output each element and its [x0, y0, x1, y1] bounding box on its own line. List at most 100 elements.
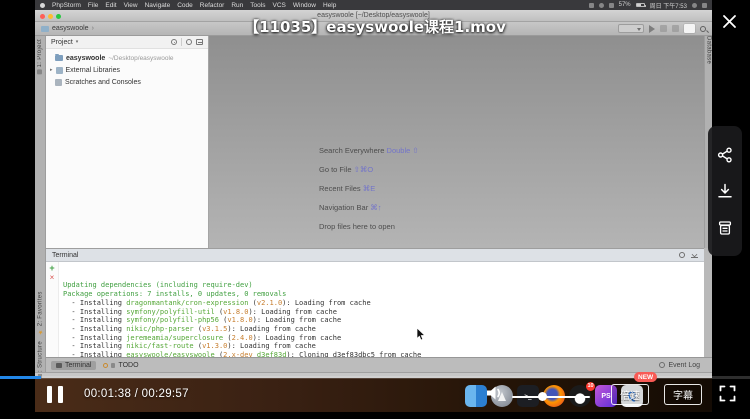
menubar-item-vcs[interactable]: VCS [272, 2, 285, 9]
hint-label: Recent Files [319, 184, 361, 193]
macos-menubar: PhpStorm File Edit View Navigate Code Refactor… [35, 0, 712, 10]
terminal-text-segment: v1.3.0 [202, 342, 228, 351]
divider [181, 38, 182, 46]
project-tab-icon [37, 69, 42, 75]
sidebar-tab-favorites[interactable]: ★ 2: Favorites [37, 291, 44, 335]
fullscreen-icon[interactable] [719, 385, 736, 402]
sidebar-tab-database[interactable]: Database [706, 36, 712, 64]
close-icon [722, 14, 736, 28]
tree-row-project-root[interactable]: easyswoole ~/Desktop/easyswoole [46, 52, 208, 64]
terminal-text-segment: v1.8.0 [223, 307, 249, 316]
menubar-item-edit[interactable]: Edit [105, 2, 116, 9]
terminal-title: Terminal [52, 251, 79, 259]
hide-panel-icon[interactable] [691, 252, 698, 258]
notification-center-icon[interactable] [702, 2, 707, 8]
menubar-item-help[interactable]: Help [323, 2, 336, 9]
expand-arrow-icon[interactable]: ▸ [50, 67, 53, 73]
video-frame[interactable]: PhpStorm File Edit View Navigate Code Refactor… [35, 0, 712, 412]
terminal-line: - Installing nikic/php-parser (v3.1.5): … [63, 325, 704, 334]
close-session-icon[interactable]: × [50, 274, 55, 282]
editor-hint: Drop files here to open [319, 222, 419, 231]
menubar-item-tools[interactable]: Tools [250, 2, 265, 9]
volume-slider[interactable] [512, 396, 590, 398]
menubar-item-run[interactable]: Run [231, 2, 243, 9]
hint-shortcut: Double ⇧ [384, 146, 419, 155]
terminal-text-segment: Package operations: 7 installs, 0 update… [63, 290, 287, 299]
hint-shortcut: ⌘↑ [368, 203, 382, 212]
volume-slider-thumb[interactable] [538, 392, 547, 401]
terminal-text-segment: nikic/fast-route [126, 342, 194, 351]
notification-badge: 10 [586, 382, 595, 391]
terminal-output[interactable]: Updating dependencies (including require… [59, 262, 704, 377]
terminal-settings-icon[interactable] [679, 252, 685, 258]
download-icon[interactable] [717, 183, 733, 199]
terminal-text-segment: ): Loading from cache [252, 316, 342, 325]
progress-fill [0, 376, 42, 379]
terminal-text-segment: ): Loading from cache [252, 333, 342, 342]
spotlight-icon[interactable] [692, 2, 697, 8]
sidebar-tab-structure[interactable]: 7: Structure [37, 341, 44, 376]
terminal-text-segment: ): Loading from cache [227, 324, 316, 333]
player-close-button[interactable] [717, 9, 741, 33]
apple-logo-icon[interactable] [40, 2, 45, 8]
menubar-clock[interactable]: 周日 下午7:53 [650, 1, 687, 10]
tree-item-label: Scratches and Consoles [65, 78, 141, 86]
sidebar-tab-project[interactable]: 1: Project [37, 39, 43, 75]
collapse-all-icon[interactable] [196, 39, 203, 45]
event-log[interactable]: Event Log [659, 362, 700, 369]
editor-area[interactable]: Search Everywhere Double ⇧ Go to File ⇧⌘O… [209, 36, 704, 248]
menubar-item-phpstorm[interactable]: PhpStorm [52, 2, 81, 9]
project-root-name: easyswoole [66, 54, 106, 62]
menubar-item-refactor[interactable]: Refactor [200, 2, 225, 9]
time-display: 00:01:38 / 00:29:57 [84, 388, 189, 400]
delete-icon[interactable] [717, 220, 733, 236]
terminal-text-segment: symfony/polyfill-util [126, 307, 215, 316]
editor-hint: Search Everywhere Double ⇧ [319, 146, 419, 155]
terminal-text-segment: v2.1.0 [256, 298, 283, 307]
terminal-line: - Installing dragonmantank/cron-expressi… [63, 299, 704, 308]
editor-hint: Navigation Bar ⌘↑ [319, 203, 419, 212]
video-player: PhpStorm File Edit View Navigate Code Refactor… [0, 0, 750, 419]
new-session-icon[interactable]: + [49, 264, 54, 273]
menubar-item-view[interactable]: View [124, 2, 138, 9]
pause-button[interactable] [47, 386, 63, 403]
dock-finder-icon[interactable] [465, 385, 487, 407]
pin-icon [111, 362, 116, 368]
todo-icon [103, 362, 109, 368]
terminal-line: Package operations: 7 installs, 0 update… [63, 290, 704, 299]
chevron-down-icon: ▾ [75, 39, 79, 45]
battery-icon [635, 2, 646, 8]
menubar-item-code[interactable]: Code [177, 2, 193, 9]
terminal-tab-icon [56, 362, 62, 368]
star-icon: ★ [37, 328, 44, 336]
hint-shortcut: ⇧⌘O [351, 165, 374, 174]
tab-terminal[interactable]: Terminal [51, 360, 97, 370]
project-panel-title[interactable]: Project [51, 39, 73, 46]
terminal-text-segment: dragonmantank/cron-expression [126, 298, 249, 307]
terminal-text-segment: ): Loading from cache [248, 307, 337, 316]
playback-speed-button[interactable]: 倍速 [611, 384, 649, 405]
terminal-text-segment: ): Loading from cache [227, 342, 316, 351]
volume-icon[interactable] [485, 384, 505, 402]
mouse-cursor [416, 328, 426, 341]
hint-label: Navigation Bar [319, 203, 369, 212]
volume-status-icon[interactable] [598, 2, 604, 8]
terminal-text-segment: nikic/php-parser [126, 324, 194, 333]
wifi-icon[interactable] [608, 2, 614, 8]
subtitle-button[interactable]: 字幕 [664, 384, 702, 405]
menubar-item-navigate[interactable]: Navigate [145, 2, 171, 9]
menubar-item-window[interactable]: Window [293, 2, 316, 9]
tab-todo[interactable]: TODO [103, 362, 139, 369]
gear-icon[interactable] [186, 39, 192, 45]
project-panel: Project ▾ easyswoole ~/Desktop/easyswool… [46, 36, 209, 248]
terminal-panel: Terminal + × Updating dependencies (incl… [46, 248, 704, 377]
libraries-icon [55, 66, 63, 74]
display-icon[interactable] [588, 2, 594, 8]
terminal-text-segment: symfony/polyfill-php56 [126, 316, 219, 325]
share-icon[interactable] [717, 147, 733, 163]
hint-label: Go to File [319, 165, 352, 174]
tree-row-external-libraries[interactable]: ▸ External Libraries [46, 64, 208, 76]
locate-icon[interactable] [171, 39, 177, 45]
menubar-item-file[interactable]: File [88, 2, 98, 9]
tree-row-scratches[interactable]: Scratches and Consoles [46, 76, 208, 88]
